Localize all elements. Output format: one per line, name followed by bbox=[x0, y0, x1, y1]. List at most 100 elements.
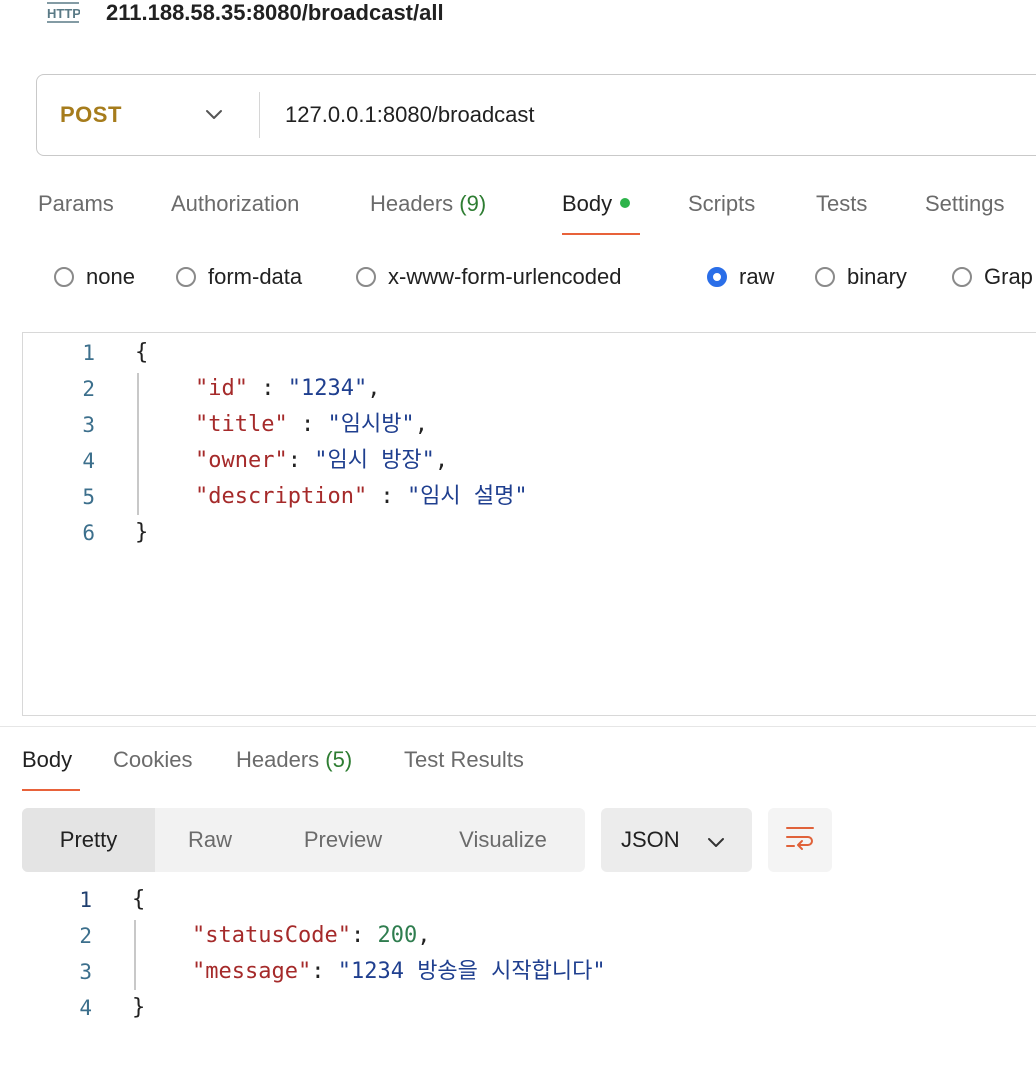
response-view-switcher: Pretty Raw Preview Visualize bbox=[22, 808, 585, 872]
tab-scripts[interactable]: Scripts bbox=[688, 188, 755, 220]
radio-circle bbox=[356, 267, 376, 287]
line-number: 5 bbox=[82, 485, 95, 509]
json-comma: , bbox=[367, 376, 381, 401]
tab-headers-label: Headers bbox=[370, 191, 454, 216]
json-key: "owner" bbox=[195, 448, 288, 473]
json-comma: , bbox=[434, 448, 449, 473]
code-close-brace: } bbox=[135, 520, 149, 545]
json-sep: : bbox=[287, 412, 328, 437]
response-tab-headers-label: Headers bbox=[236, 747, 320, 772]
view-raw-button[interactable]: Raw bbox=[155, 808, 265, 872]
radio-circle bbox=[952, 267, 972, 287]
json-number: 200 bbox=[377, 923, 418, 948]
view-visualize-button[interactable]: Visualize bbox=[421, 808, 585, 872]
json-sep: : bbox=[367, 484, 407, 509]
radio-circle bbox=[54, 267, 74, 287]
view-preview-button[interactable]: Preview bbox=[265, 808, 421, 872]
radio-circle bbox=[176, 267, 196, 287]
json-value: "1234" bbox=[287, 376, 368, 401]
request-body-editor[interactable]: 1 2 3 4 5 6 { "id" : "1234", "title" : "… bbox=[22, 332, 1036, 716]
tab-settings[interactable]: Settings bbox=[925, 188, 1005, 220]
radio-form-data[interactable]: form-data bbox=[176, 262, 302, 292]
wrap-text-icon bbox=[785, 825, 815, 856]
radio-label: none bbox=[86, 264, 135, 289]
json-value: "임시 설명" bbox=[406, 484, 528, 509]
code-line: "description" : "임시 설명" bbox=[195, 479, 528, 515]
code-open-brace: { bbox=[135, 340, 149, 365]
tab-body-label: Body bbox=[562, 191, 613, 216]
radio-circle bbox=[815, 267, 835, 287]
radio-label: binary bbox=[847, 264, 907, 289]
radio-circle-selected bbox=[707, 267, 727, 287]
indent-guide bbox=[137, 373, 139, 515]
tab-headers-count: (9) bbox=[459, 191, 487, 216]
body-status-dot bbox=[620, 198, 631, 209]
line-number: 3 bbox=[79, 960, 92, 984]
code-close-brace: } bbox=[132, 995, 146, 1020]
json-key: "statusCode" bbox=[192, 923, 351, 948]
chevron-down-icon bbox=[707, 836, 725, 854]
json-value: "임시방" bbox=[327, 412, 415, 437]
method-label: POST bbox=[60, 102, 122, 127]
indent-guide bbox=[134, 920, 136, 990]
json-sep: : bbox=[287, 448, 315, 473]
json-key: "description" bbox=[195, 484, 368, 509]
json-comma: , bbox=[414, 412, 428, 437]
json-comma: , bbox=[417, 923, 431, 948]
response-tab-headers[interactable]: Headers (5) bbox=[236, 744, 352, 776]
response-body-viewer[interactable]: 1 2 3 4 { "statusCode": 200, "message": … bbox=[0, 880, 1036, 1076]
line-number: 1 bbox=[82, 341, 95, 365]
line-number: 4 bbox=[79, 996, 92, 1020]
active-tab-indicator bbox=[562, 233, 640, 235]
tab-params[interactable]: Params bbox=[38, 188, 114, 220]
radio-label: Grap bbox=[984, 264, 1033, 289]
radio-label: raw bbox=[739, 264, 775, 289]
tab-tests[interactable]: Tests bbox=[816, 188, 867, 220]
tab-headers[interactable]: Headers (9) bbox=[370, 188, 486, 220]
code-open-brace: { bbox=[132, 887, 146, 912]
line-number: 3 bbox=[82, 413, 95, 437]
chevron-down-icon bbox=[205, 108, 223, 126]
code-line: "statusCode": 200, bbox=[192, 918, 430, 954]
response-active-tab-indicator bbox=[22, 789, 80, 791]
radio-raw[interactable]: raw bbox=[707, 262, 774, 292]
format-select[interactable]: JSON bbox=[601, 808, 752, 872]
json-value: "임시 방장" bbox=[314, 448, 435, 473]
response-tab-body[interactable]: Body bbox=[22, 744, 72, 776]
tab-authorization[interactable]: Authorization bbox=[171, 188, 299, 220]
request-name[interactable]: 211.188.58.35:8080/broadcast/all bbox=[106, 0, 444, 26]
code-line: "title" : "임시방", bbox=[195, 407, 428, 443]
request-title-row: HTTP bbox=[46, 0, 80, 28]
code-line: "message": "1234 방송을 시작합니다" bbox=[192, 954, 606, 990]
radio-graphql[interactable]: Grap bbox=[952, 262, 1033, 292]
response-divider[interactable] bbox=[0, 726, 1036, 727]
radio-none[interactable]: none bbox=[54, 262, 135, 292]
tab-body[interactable]: Body bbox=[562, 188, 631, 220]
radio-label: form-data bbox=[208, 264, 303, 289]
line-number: 1 bbox=[79, 888, 92, 912]
response-tab-cookies[interactable]: Cookies bbox=[113, 744, 192, 776]
response-tab-test-results[interactable]: Test Results bbox=[404, 744, 524, 776]
line-number: 4 bbox=[82, 449, 95, 473]
http-icon: HTTP bbox=[46, 2, 80, 26]
radio-binary[interactable]: binary bbox=[815, 262, 907, 292]
svg-text:HTTP: HTTP bbox=[47, 6, 80, 21]
json-key: "title" bbox=[195, 412, 288, 437]
url-input[interactable]: 127.0.0.1:8080/broadcast bbox=[285, 102, 535, 128]
radio-urlencoded[interactable]: x-www-form-urlencoded bbox=[356, 262, 622, 292]
url-bar: POST 127.0.0.1:8080/broadcast bbox=[36, 74, 1036, 156]
code-line: "owner": "임시 방장", bbox=[195, 443, 448, 479]
json-key: "message" bbox=[192, 959, 312, 984]
method-select[interactable]: POST bbox=[37, 75, 259, 155]
view-pretty-button[interactable]: Pretty bbox=[22, 808, 155, 872]
line-number: 2 bbox=[82, 377, 95, 401]
radio-label: x-www-form-urlencoded bbox=[388, 264, 622, 289]
wrap-lines-button[interactable] bbox=[768, 808, 832, 872]
json-sep: : bbox=[247, 376, 288, 401]
line-number: 2 bbox=[79, 924, 92, 948]
format-label: JSON bbox=[621, 827, 680, 852]
json-sep: : bbox=[311, 959, 338, 984]
json-key: "id" bbox=[195, 376, 248, 401]
line-number: 6 bbox=[82, 521, 95, 545]
url-divider bbox=[259, 92, 260, 138]
